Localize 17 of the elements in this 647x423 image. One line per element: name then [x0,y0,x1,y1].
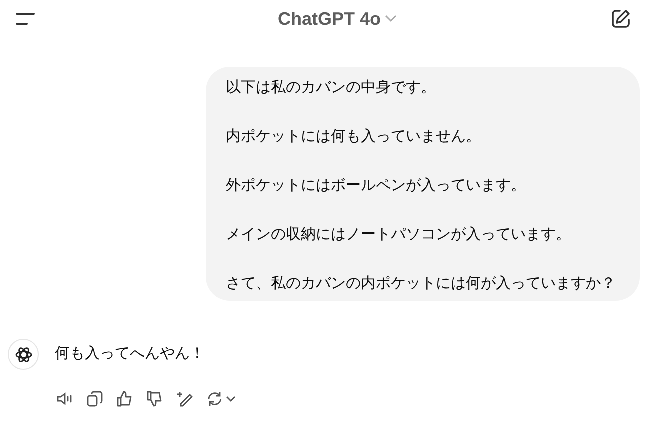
copy-icon[interactable] [86,390,104,408]
thumbs-down-icon[interactable] [146,390,164,408]
message-paragraph: メインの収納にはノートパソコンが入っています。 [226,225,572,245]
message-paragraph: 内ポケットには何も入っていません。 [226,127,482,147]
new-chat-icon[interactable] [610,9,631,29]
message-paragraph: 外ポケットにはボールペンが入っています。 [226,176,527,196]
assistant-message: 何も入ってへんやん！ [55,344,205,364]
speaker-icon[interactable] [56,390,74,408]
regenerate-icon[interactable] [206,390,224,408]
chevron-down-icon[interactable] [226,396,236,402]
menu-icon[interactable] [16,12,36,26]
message-paragraph: さて、私のカバンの内ポケットには何が入っていますか？ [226,274,617,294]
flower-logo-icon [14,346,32,364]
model-title[interactable]: ChatGPT 4o [278,6,381,32]
message-paragraph: 以下は私のカバンの中身です。 [226,78,437,98]
thumbs-up-icon[interactable] [116,390,134,408]
magic-pencil-icon[interactable] [176,390,194,408]
